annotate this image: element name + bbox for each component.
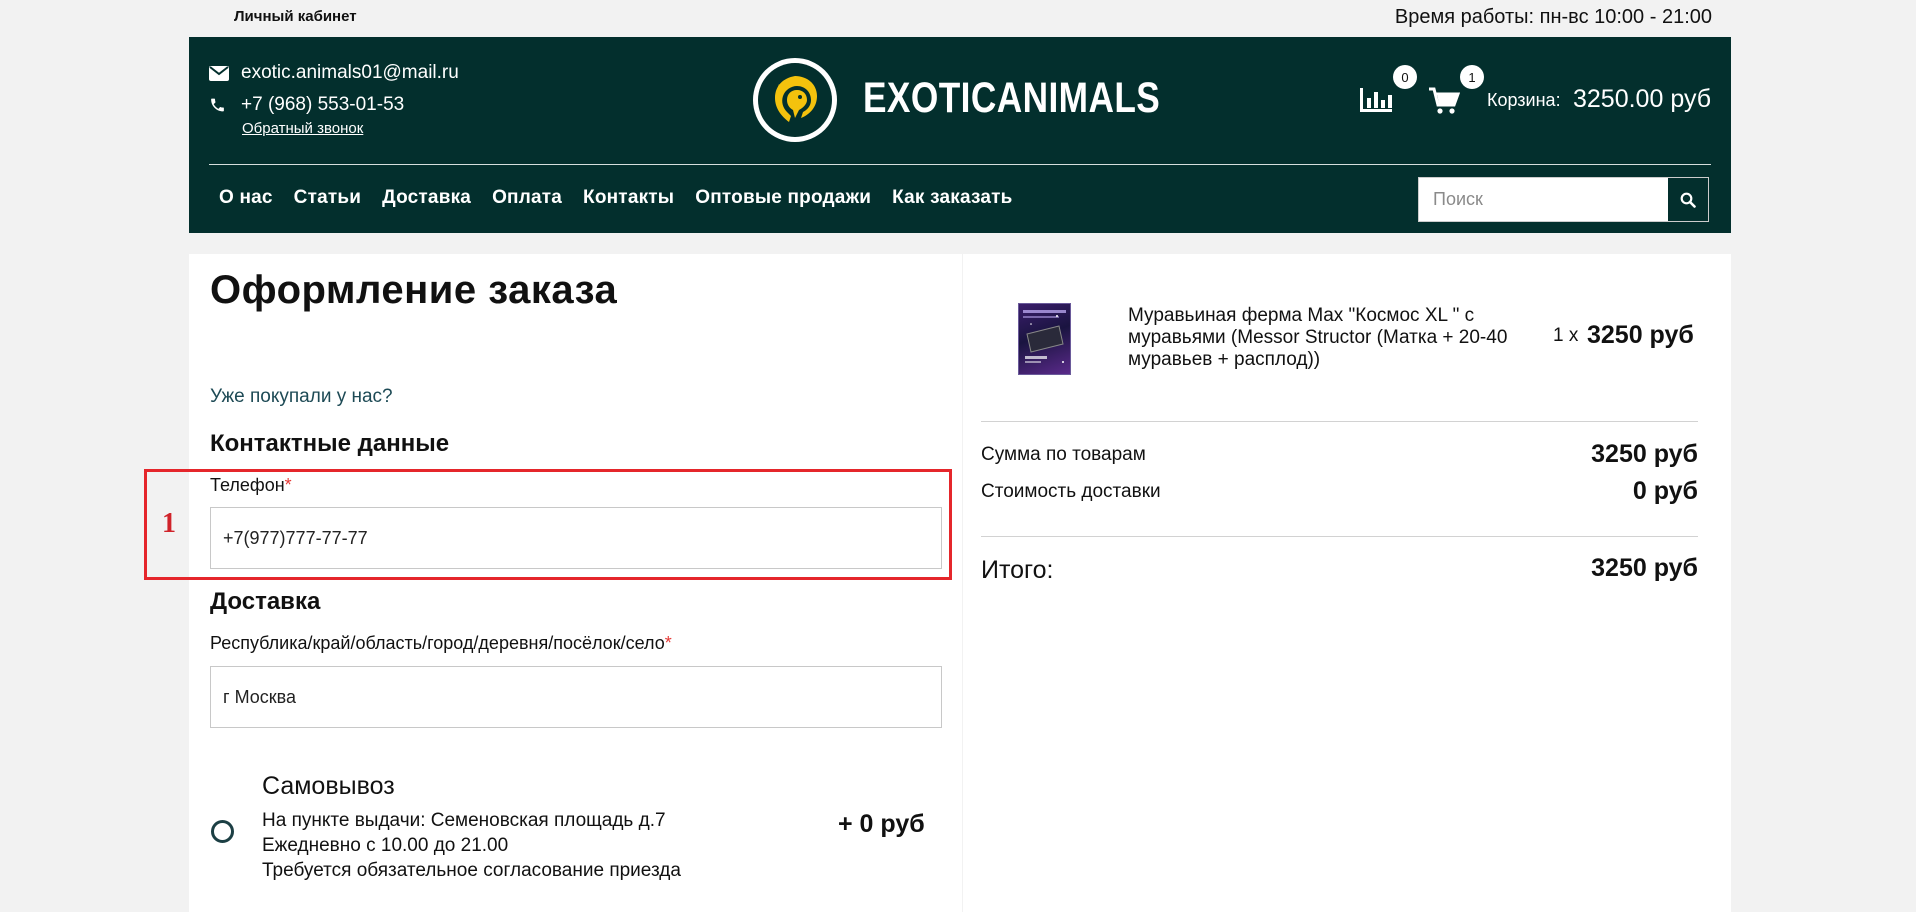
nav-item-contacts[interactable]: Контакты <box>583 187 674 209</box>
header-divider <box>209 164 1711 165</box>
email-row[interactable]: exotic.animals01@mail.ru <box>209 62 459 84</box>
nav-item-how-to-order[interactable]: Как заказать <box>892 187 1012 209</box>
cart-icon[interactable] <box>1428 87 1461 120</box>
goods-sum-value: 3250 руб <box>1591 440 1698 468</box>
product-quantity: 1 x <box>1553 325 1579 346</box>
region-input[interactable]: г Москва <box>210 666 942 728</box>
product-image <box>1023 310 1066 363</box>
search-icon <box>1680 192 1696 208</box>
pickup-price: + 0 руб <box>838 810 925 838</box>
pickup-hours: Ежедневно с 10.00 до 21.00 <box>262 835 509 856</box>
total-label: Итого: <box>981 556 1054 584</box>
compare-count-badge: 0 <box>1393 65 1417 89</box>
total-value: 3250 руб <box>1591 554 1698 582</box>
required-mark: * <box>664 633 672 653</box>
cart-total[interactable]: 3250.00 руб <box>1573 85 1711 114</box>
pickup-title[interactable]: Самовывоз <box>262 772 395 801</box>
delivery-cost-value: 0 руб <box>1632 477 1698 505</box>
annotation-number: 1 <box>162 508 176 539</box>
phone-row[interactable]: +7 (968) 553-01-53 <box>209 94 404 116</box>
page-title: Оформление заказа <box>210 268 618 312</box>
working-hours: Время работы: пн-вс 10:00 - 21:00 <box>1394 6 1712 28</box>
nav-item-articles[interactable]: Статьи <box>294 187 361 209</box>
product-thumbnail[interactable] <box>1018 303 1071 375</box>
search-button[interactable] <box>1668 178 1708 221</box>
annotation-highlight-box <box>144 469 952 580</box>
product-name[interactable]: Муравьиная ферма Max "Космос XL " с мура… <box>1128 305 1548 371</box>
nav-item-payment[interactable]: Оплата <box>492 187 562 209</box>
nav-item-delivery[interactable]: Доставка <box>382 187 471 209</box>
search-input[interactable] <box>1419 178 1668 221</box>
cart-count-badge: 1 <box>1460 65 1484 89</box>
callback-link[interactable]: Обратный звонок <box>242 120 363 137</box>
cart-label[interactable]: Корзина: <box>1487 90 1561 111</box>
email-text: exotic.animals01@mail.ru <box>241 62 459 83</box>
nav-item-wholesale[interactable]: Оптовые продажи <box>695 187 871 209</box>
bar-chart-icon[interactable] <box>1358 86 1394 119</box>
summary-divider <box>981 421 1698 422</box>
pickup-description: На пункте выдачи: Семеновская площадь д.… <box>262 808 681 883</box>
main-nav: О нас Статьи Доставка Оплата Контакты Оп… <box>219 187 1034 209</box>
pickup-note: Требуется обязательное согласование прие… <box>262 860 681 881</box>
search-box <box>1418 177 1709 222</box>
pickup-radio[interactable] <box>211 820 234 843</box>
returning-customer-link[interactable]: Уже покупали у нас? <box>210 386 393 408</box>
lion-logo[interactable] <box>753 58 837 142</box>
region-input-value: г Москва <box>223 686 297 707</box>
lion-logo-inner <box>758 63 832 137</box>
pickup-address: На пункте выдачи: Семеновская площадь д.… <box>262 810 666 831</box>
contact-section-title: Контактные данные <box>210 430 450 457</box>
delivery-cost-label: Стоимость доставки <box>981 481 1161 502</box>
envelope-icon <box>209 65 231 81</box>
delivery-section-title: Доставка <box>210 588 321 615</box>
account-link[interactable]: Личный кабинет <box>234 8 357 25</box>
product-price: 3250 руб <box>1587 321 1694 349</box>
total-divider <box>981 536 1698 537</box>
region-field-label: Республика/край/область/город/деревня/по… <box>210 633 672 654</box>
brand-name[interactable]: EXOTICANIMALS <box>863 74 1160 123</box>
nav-item-about[interactable]: О нас <box>219 187 273 209</box>
phone-icon <box>209 96 231 114</box>
region-label-text: Республика/край/область/город/деревня/по… <box>210 633 665 653</box>
goods-sum-label: Сумма по товарам <box>981 444 1146 465</box>
phone-text: +7 (968) 553-01-53 <box>241 94 405 115</box>
lion-icon <box>775 76 817 122</box>
